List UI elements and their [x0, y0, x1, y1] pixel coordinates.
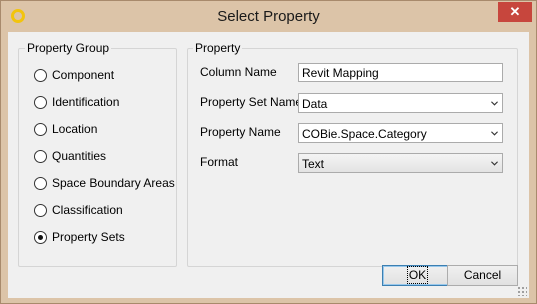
cancel-button[interactable]: Cancel	[447, 265, 518, 286]
property-set-name-value: Data	[302, 97, 328, 111]
window-title: Select Property	[217, 8, 320, 25]
radio-label: Classification	[52, 203, 123, 217]
radio-button[interactable]	[34, 122, 47, 136]
chevron-down-icon	[491, 131, 498, 136]
cancel-button-label: Cancel	[463, 268, 502, 282]
property-name-value: COBie.Space.Category	[302, 127, 427, 141]
radio-classification[interactable]: Classification	[34, 202, 123, 218]
radio-quantities[interactable]: Quantities	[34, 148, 106, 164]
radio-component[interactable]: Component	[34, 67, 114, 83]
format-label: Format	[200, 155, 239, 169]
property-name-select[interactable]: COBie.Space.Category	[298, 123, 503, 143]
property-legend: Property	[193, 41, 243, 55]
radio-identification[interactable]: Identification	[34, 94, 119, 110]
format-select[interactable]: Text	[298, 153, 503, 173]
radio-button[interactable]	[34, 176, 47, 190]
radio-label: Identification	[52, 95, 120, 109]
radio-property-sets[interactable]: Property Sets	[34, 229, 125, 245]
property-group-legend: Property Group	[25, 41, 112, 55]
column-name-input[interactable]: Revit Mapping	[298, 63, 503, 82]
chevron-down-icon	[491, 161, 498, 166]
radio-label: Quantities	[52, 149, 107, 163]
close-button[interactable]: ✕	[498, 2, 532, 22]
resize-grip-icon[interactable]	[517, 286, 527, 296]
chevron-down-icon	[491, 101, 498, 106]
radio-label: Location	[52, 122, 98, 136]
dialog-body: Property Group Component Identification …	[8, 32, 529, 298]
format-value: Text	[302, 157, 325, 171]
ok-button-label: OK	[406, 266, 429, 284]
radio-button-selected[interactable]	[34, 230, 47, 244]
radio-label: Property Sets	[52, 230, 125, 244]
ok-button[interactable]: OK	[382, 265, 453, 286]
radio-button[interactable]	[34, 149, 47, 163]
radio-button[interactable]	[34, 68, 47, 82]
radio-location[interactable]: Location	[34, 121, 97, 137]
property-set-name-select[interactable]: Data	[298, 93, 503, 113]
property-name-label: Property Name	[200, 125, 281, 139]
radio-button[interactable]	[34, 95, 47, 109]
select-property-dialog: Select Property ✕ Property Group Compone…	[0, 0, 537, 304]
property-box: Property Column Name Revit Mapping Prope…	[187, 41, 518, 267]
property-group-box: Property Group Component Identification …	[18, 41, 177, 267]
radio-button[interactable]	[34, 203, 47, 217]
radio-label: Space Boundary Areas	[52, 176, 175, 190]
column-name-label: Column Name	[200, 65, 277, 79]
radio-label: Component	[52, 68, 115, 82]
title-bar[interactable]: Select Property ✕	[1, 1, 536, 32]
radio-space-boundary-areas[interactable]: Space Boundary Areas	[34, 175, 175, 191]
property-set-name-label: Property Set Name	[200, 95, 303, 109]
